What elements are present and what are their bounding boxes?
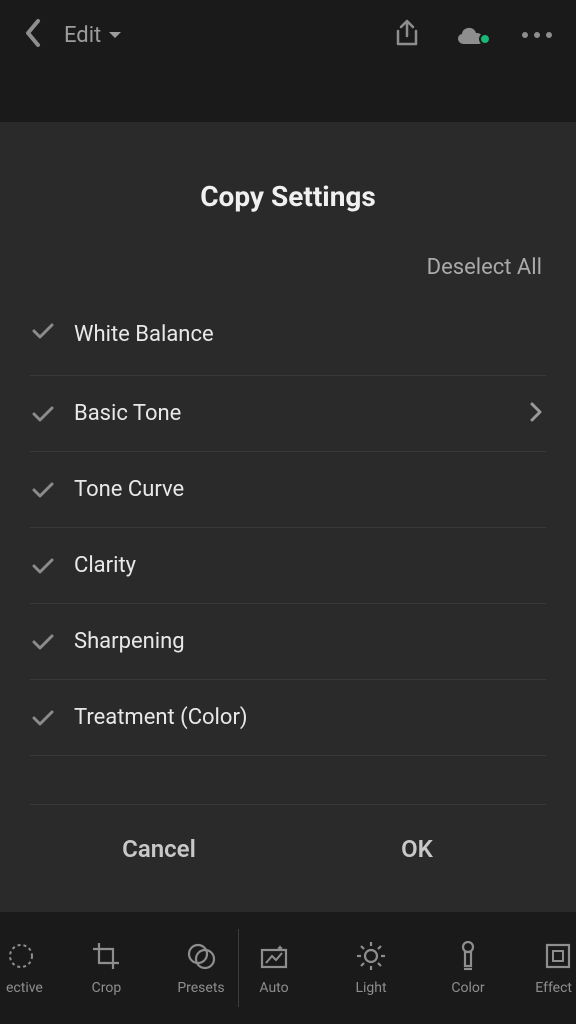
tool-label: Color: [451, 980, 484, 996]
dialog-actions: Cancel OK: [30, 804, 546, 893]
setting-label: Treatment (Color): [74, 705, 546, 730]
tool-label: Light: [355, 980, 386, 996]
dialog-title: Copy Settings: [30, 180, 546, 213]
setting-row-treatment[interactable]: Treatment (Color): [30, 680, 546, 756]
setting-row-sharpening[interactable]: Sharpening: [30, 604, 546, 680]
cancel-button[interactable]: Cancel: [30, 805, 288, 893]
settings-list: White Balance Basic Tone Tone Curve Clar…: [30, 318, 546, 756]
auto-icon: [258, 940, 290, 972]
copy-settings-dialog: Copy Settings Deselect All White Balance…: [0, 122, 576, 912]
share-icon[interactable]: [394, 19, 420, 51]
tool-selective[interactable]: ective: [6, 912, 43, 1024]
check-icon: [30, 405, 56, 423]
setting-row-white-balance[interactable]: White Balance: [30, 318, 546, 376]
bottom-toolbar: ective Crop Presets Auto Light: [0, 912, 576, 1024]
setting-row-basic-tone[interactable]: Basic Tone: [30, 376, 546, 452]
setting-label: Sharpening: [74, 629, 546, 654]
check-icon: [30, 557, 56, 575]
tool-color[interactable]: Color: [437, 912, 499, 1024]
tool-label: Presets: [177, 980, 224, 996]
back-icon[interactable]: [24, 18, 42, 52]
more-icon[interactable]: [522, 32, 552, 38]
presets-icon: [186, 940, 216, 972]
selective-icon: [6, 940, 36, 972]
chevron-right-icon: [530, 402, 546, 426]
tool-label: Crop: [92, 980, 122, 996]
tool-label: Auto: [259, 980, 288, 996]
crop-icon: [91, 940, 121, 972]
tool-effects[interactable]: Effect: [534, 912, 572, 1024]
color-icon: [457, 940, 479, 972]
cloud-sync-icon[interactable]: [454, 24, 488, 46]
tool-presets[interactable]: Presets: [170, 912, 232, 1024]
setting-label: White Balance: [74, 322, 546, 347]
ok-button[interactable]: OK: [288, 805, 546, 893]
app-header: Edit: [0, 0, 576, 70]
effects-icon: [544, 940, 572, 972]
tool-crop[interactable]: Crop: [75, 912, 137, 1024]
tool-light[interactable]: Light: [340, 912, 402, 1024]
caret-down-icon: [107, 30, 123, 40]
edit-label: Edit: [64, 23, 101, 48]
setting-label: Clarity: [74, 553, 546, 578]
sync-status-dot: [479, 33, 491, 45]
tool-label: ective: [6, 980, 43, 996]
setting-row-tone-curve[interactable]: Tone Curve: [30, 452, 546, 528]
check-icon: [30, 709, 56, 727]
light-icon: [356, 940, 386, 972]
check-icon: [30, 481, 56, 499]
check-icon: [30, 322, 56, 340]
setting-label: Tone Curve: [74, 477, 546, 502]
tool-auto[interactable]: Auto: [243, 912, 305, 1024]
edit-dropdown[interactable]: Edit: [64, 23, 123, 48]
setting-label: Basic Tone: [74, 401, 512, 426]
check-icon: [30, 633, 56, 651]
setting-row-clarity[interactable]: Clarity: [30, 528, 546, 604]
tool-label: Effect: [535, 980, 572, 996]
deselect-all-button[interactable]: Deselect All: [30, 255, 546, 280]
